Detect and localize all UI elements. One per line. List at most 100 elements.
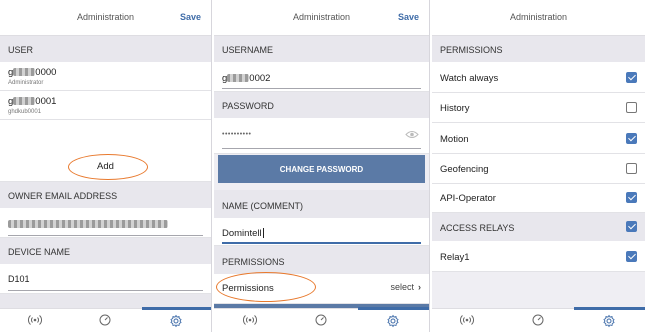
username-field[interactable]: g 0002: [214, 62, 429, 92]
user-row-2[interactable]: g 0001 ghdkub0001: [0, 91, 211, 120]
highlight-oval: [68, 154, 148, 180]
device-name-value: D101: [8, 274, 30, 284]
permissions-select-row[interactable]: Permissions select ›: [214, 272, 429, 304]
gauge-icon: [315, 314, 327, 326]
eye-icon[interactable]: [405, 130, 419, 139]
tab-broadcast[interactable]: [214, 309, 286, 332]
chevron-right-icon: ›: [418, 282, 421, 292]
bottom-tab-bar: [214, 307, 429, 332]
user-name: g 0000: [8, 67, 56, 78]
user-list-panel: Administration Save USER g 0000 Administr…: [0, 0, 212, 332]
change-password-row: CHANGE PASSWORD: [214, 154, 429, 190]
header: Administration Save: [0, 0, 211, 36]
owner-email-section-header: OWNER EMAIL ADDRESS: [0, 182, 211, 208]
permission-row[interactable]: Watch always: [432, 62, 645, 93]
redacted-email: [8, 220, 168, 228]
tab-settings[interactable]: [357, 309, 429, 332]
name-section-header: NAME (COMMENT): [214, 190, 429, 218]
bottom-tab-bar: [0, 307, 211, 332]
header: Administration Save: [214, 0, 429, 36]
redacted-text: [13, 68, 36, 77]
user-name-suffix: 0000: [35, 67, 57, 78]
password-field[interactable]: ••••••••••: [214, 118, 429, 154]
gear-icon: [387, 314, 399, 328]
permissions-section-header: PERMISSIONS: [214, 246, 429, 274]
device-name-field[interactable]: D101: [0, 264, 211, 294]
select-text: select: [390, 282, 414, 292]
save-button[interactable]: Save: [398, 12, 419, 22]
tab-settings[interactable]: [141, 309, 211, 332]
gear-icon: [603, 314, 616, 328]
relay-row[interactable]: Relay1: [432, 241, 645, 272]
broadcast-icon: [460, 315, 475, 325]
user-role: Administrator: [8, 80, 44, 86]
permission-row[interactable]: Motion: [432, 123, 645, 154]
username-section-header: USERNAME: [214, 36, 429, 62]
user-section-header: USER: [0, 36, 211, 62]
tab-gauge[interactable]: [503, 309, 574, 332]
field-underline: [8, 290, 203, 291]
checkbox-checked[interactable]: [626, 221, 637, 232]
header: Administration: [432, 0, 645, 36]
permission-label: Motion: [440, 134, 469, 145]
permission-row[interactable]: History: [432, 93, 645, 123]
checkbox-checked[interactable]: [626, 251, 637, 262]
save-button[interactable]: Save: [180, 12, 201, 22]
access-relays-label: ACCESS RELAYS: [440, 223, 515, 233]
gauge-icon: [99, 314, 111, 326]
permission-label: Watch always: [440, 73, 499, 84]
gauge-icon: [532, 314, 544, 326]
access-relays-section-header[interactable]: ACCESS RELAYS: [432, 213, 645, 241]
owner-email-field[interactable]: [0, 208, 211, 238]
tab-broadcast[interactable]: [0, 309, 70, 332]
permission-row[interactable]: Geofencing: [432, 154, 645, 184]
username-suffix: 0002: [249, 73, 271, 84]
user-name-suffix: 0001: [35, 96, 57, 107]
device-name-section-header: DEVICE NAME: [0, 238, 211, 264]
relay-label: Relay1: [440, 252, 470, 263]
permissions-select[interactable]: select ›: [390, 282, 421, 292]
add-row: Add: [0, 152, 211, 182]
user-name: g 0001: [8, 96, 56, 107]
checkbox-unchecked[interactable]: [626, 102, 637, 113]
user-row-1[interactable]: g 0000 Administrator: [0, 62, 211, 91]
user-list-spacer: [0, 120, 211, 152]
permission-label: Geofencing: [440, 164, 489, 175]
user-edit-panel: Administration Save USERNAME g 0002 PASSW…: [214, 0, 430, 332]
broadcast-icon: [28, 315, 43, 325]
name-value: Domintell: [222, 228, 264, 239]
page-title: Administration: [509, 12, 568, 22]
permission-row[interactable]: API-Operator: [432, 184, 645, 213]
field-underline: [8, 235, 203, 236]
change-password-button[interactable]: CHANGE PASSWORD: [218, 155, 425, 183]
checkbox-checked[interactable]: [626, 72, 637, 83]
redacted-text: [227, 74, 250, 83]
permission-label: History: [440, 103, 470, 114]
field-underline-active: [222, 242, 421, 244]
checkbox-checked[interactable]: [626, 192, 637, 203]
field-underline: [222, 148, 421, 149]
tab-settings[interactable]: [574, 309, 645, 332]
password-section-header: PASSWORD: [214, 92, 429, 118]
name-field[interactable]: Domintell: [214, 218, 429, 246]
tab-gauge[interactable]: [286, 309, 358, 332]
checkbox-unchecked[interactable]: [626, 163, 637, 174]
user-login: ghdkub0001: [8, 109, 42, 115]
permissions-panel: Administration PERMISSIONS Watch always …: [432, 0, 645, 332]
tab-gauge[interactable]: [70, 309, 140, 332]
gear-icon: [170, 314, 182, 328]
permission-label: API-Operator: [440, 193, 496, 204]
username-value: g 0002: [222, 73, 270, 84]
bottom-tab-bar: [432, 307, 645, 332]
page-title: Administration: [292, 12, 351, 22]
permissions-section-header: PERMISSIONS: [432, 36, 645, 62]
highlight-oval: [216, 272, 316, 302]
field-underline: [222, 88, 421, 89]
broadcast-icon: [242, 315, 257, 325]
text-cursor: [262, 228, 264, 239]
tab-broadcast[interactable]: [432, 309, 503, 332]
redacted-text: [13, 97, 36, 106]
password-value: ••••••••••: [222, 131, 252, 138]
name-text: Domintell: [222, 228, 262, 239]
checkbox-checked[interactable]: [626, 133, 637, 144]
